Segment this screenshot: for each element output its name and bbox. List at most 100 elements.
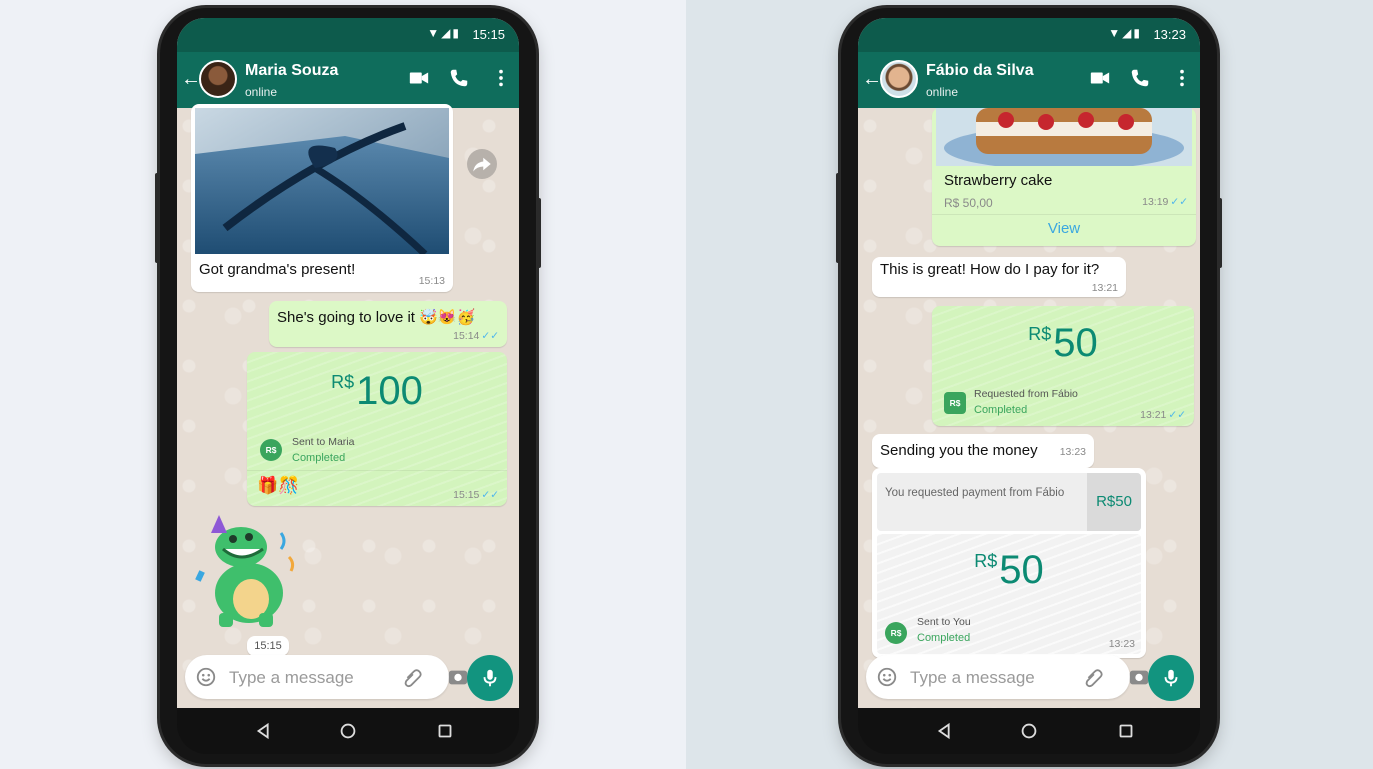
- signal-battery-icon: ▼◢▮: [427, 26, 461, 40]
- payment-recipient: Sent to You: [917, 616, 971, 628]
- chat-header: ← Fábio da Silva online: [858, 52, 1200, 108]
- volume-button: [155, 173, 159, 263]
- text-message[interactable]: Sending you the money 13:23: [872, 434, 1094, 468]
- back-arrow-icon[interactable]: ←: [181, 68, 201, 91]
- payment-recipient: Sent to Maria: [292, 436, 355, 448]
- status-bar: ▼◢▮ 15:15: [177, 18, 519, 52]
- payment-status: Completed: [974, 404, 1028, 416]
- product-name: Strawberry cake: [944, 172, 1053, 189]
- back-arrow-icon[interactable]: ←: [862, 68, 882, 91]
- message-input[interactable]: Type a message: [185, 655, 468, 699]
- payment-status: Completed: [292, 452, 346, 464]
- video-call-icon[interactable]: [1089, 67, 1111, 89]
- sent-card: R$50 R$ Sent to You Completed 13:23: [877, 534, 1141, 654]
- message-time: 15:14 ✓✓: [453, 330, 499, 342]
- avatar[interactable]: [880, 60, 918, 98]
- android-nav-bar: [177, 708, 519, 754]
- attach-icon[interactable]: [401, 666, 423, 688]
- volume-button: [836, 173, 840, 263]
- right-phone: ▼◢▮ 13:23 ← Fábio da Silva online Strawb…: [836, 8, 1222, 764]
- sticker-time: 15:15: [247, 636, 289, 656]
- divider: [932, 214, 1196, 215]
- attach-icon[interactable]: [1082, 666, 1104, 688]
- payment-emoji: 🎁🎊: [257, 476, 300, 495]
- message-text: This is great! How do I pay for it?: [880, 261, 1100, 278]
- mic-icon: [1160, 667, 1182, 689]
- camera-icon[interactable]: [1128, 666, 1150, 688]
- message-input[interactable]: Type a message: [866, 655, 1149, 699]
- message-text: She's going to love it 🤯😻🥳: [277, 309, 476, 326]
- video-call-icon[interactable]: [408, 67, 430, 89]
- left-phone: ▼◢▮ 15:15 ← Maria Souza online Got grand…: [155, 8, 541, 764]
- message-time: 13:19 ✓✓: [1142, 196, 1188, 208]
- nav-home-icon[interactable]: [337, 720, 359, 742]
- payment-status: Completed: [917, 632, 971, 644]
- nav-home-icon[interactable]: [1018, 720, 1040, 742]
- view-button[interactable]: View: [932, 220, 1196, 237]
- emoji-icon[interactable]: [876, 666, 898, 688]
- message-time: 13:21 ✓✓: [1140, 409, 1186, 421]
- divider: [247, 470, 507, 471]
- image-caption: Got grandma's present!: [199, 261, 356, 278]
- nav-back-icon[interactable]: [253, 720, 275, 742]
- contact-name[interactable]: Maria Souza: [245, 62, 338, 80]
- mic-icon: [479, 667, 501, 689]
- message-time: 13:23: [1059, 446, 1086, 458]
- nav-recents-icon[interactable]: [434, 720, 456, 742]
- product-message[interactable]: Strawberry cake R$ 50,00 13:19 ✓✓ View: [932, 108, 1196, 246]
- nav-back-icon[interactable]: [934, 720, 956, 742]
- chat-header: ← Maria Souza online: [177, 52, 519, 108]
- left-panel: ▼◢▮ 15:15 ← Maria Souza online Got grand…: [0, 0, 686, 769]
- payment-amount: R$50: [1028, 321, 1098, 365]
- status-time: 15:15: [472, 27, 505, 42]
- message-text: Sending you the money: [880, 442, 1038, 459]
- text-message[interactable]: This is great! How do I pay for it? 13:2…: [872, 257, 1126, 297]
- dinosaur-sticker[interactable]: [189, 513, 309, 633]
- payment-requester: Requested from Fábio: [974, 388, 1078, 400]
- payment-badge: R$: [885, 622, 907, 644]
- phone-call-icon[interactable]: [448, 67, 470, 89]
- gift-photo[interactable]: [195, 108, 449, 254]
- power-button: [1218, 198, 1222, 268]
- right-screen: ▼◢▮ 13:23 ← Fábio da Silva online Strawb…: [858, 18, 1200, 708]
- mic-button[interactable]: [467, 655, 513, 701]
- contact-name[interactable]: Fábio da Silva: [926, 62, 1034, 80]
- android-nav-bar: [858, 708, 1200, 754]
- payment-amount: R$50: [974, 548, 1044, 592]
- input-placeholder[interactable]: Type a message: [910, 668, 1035, 688]
- mic-button[interactable]: [1148, 655, 1194, 701]
- payment-message[interactable]: You requested payment from Fábio R$50 R$…: [872, 468, 1146, 658]
- contact-status: online: [245, 85, 278, 99]
- message-time: 13:21: [1091, 282, 1118, 294]
- emoji-icon[interactable]: [195, 666, 217, 688]
- message-time: 13:23: [1108, 638, 1135, 650]
- signal-battery-icon: ▼◢▮: [1108, 26, 1142, 40]
- forward-icon[interactable]: [467, 149, 497, 179]
- cake-photo[interactable]: [936, 108, 1192, 166]
- left-screen: ▼◢▮ 15:15 ← Maria Souza online Got grand…: [177, 18, 519, 708]
- camera-icon[interactable]: [447, 666, 469, 688]
- quoted-text: You requested payment from Fábio: [885, 487, 1065, 499]
- status-bar: ▼◢▮ 13:23: [858, 18, 1200, 52]
- power-button: [537, 198, 541, 268]
- more-vert-icon[interactable]: [1171, 67, 1193, 89]
- nav-recents-icon[interactable]: [1115, 720, 1137, 742]
- status-time: 13:23: [1153, 27, 1186, 42]
- payment-amount: R$100: [331, 369, 423, 413]
- product-price: R$ 50,00: [944, 196, 993, 210]
- input-placeholder[interactable]: Type a message: [229, 668, 354, 688]
- payment-badge: R$: [944, 392, 966, 414]
- more-vert-icon[interactable]: [490, 67, 512, 89]
- message-time: 15:15 ✓✓: [453, 489, 499, 501]
- avatar[interactable]: [199, 60, 237, 98]
- quoted-request[interactable]: You requested payment from Fábio R$50: [877, 473, 1141, 531]
- payment-request-message[interactable]: R$50 R$ Requested from Fábio Completed 1…: [932, 306, 1194, 426]
- text-message[interactable]: She's going to love it 🤯😻🥳 15:14 ✓✓: [269, 301, 507, 347]
- payment-badge: R$: [260, 439, 282, 461]
- contact-status: online: [926, 85, 959, 99]
- quoted-amount: R$50: [1087, 473, 1141, 531]
- phone-call-icon[interactable]: [1129, 67, 1151, 89]
- image-message[interactable]: Got grandma's present! 15:13: [191, 104, 453, 292]
- payment-message[interactable]: R$100 R$ Sent to Maria Completed 🎁🎊 15:1…: [247, 352, 507, 506]
- message-time: 15:13: [418, 275, 445, 287]
